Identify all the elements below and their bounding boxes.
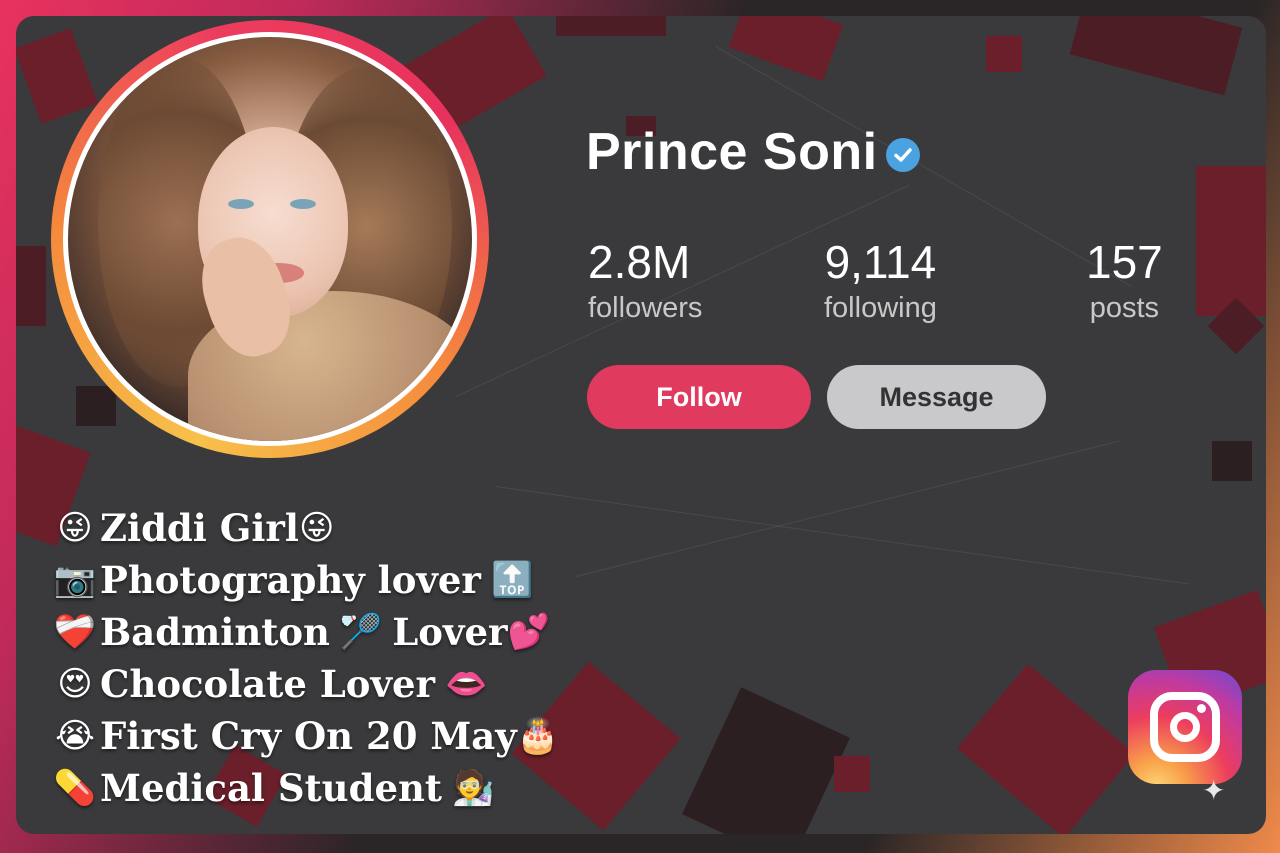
avatar-eye-right [290,199,316,209]
instagram-logo-dot [1197,704,1206,713]
follow-button[interactable]: Follow [587,365,811,429]
decor-square [728,16,844,82]
scientist-emoji-icon: 🧑‍🔬 [451,768,495,808]
decor-square [1196,166,1266,316]
decor-square [834,756,870,792]
decor-square [76,386,116,426]
instagram-logo-lens [1170,712,1200,742]
top-arrow-emoji-icon: 🔝 [490,560,534,600]
stat-followers[interactable]: 2.8M followers [588,234,702,326]
bio-line-text: First Cry On 20 May [100,714,517,758]
crying-face-emoji-icon: 😭 [55,716,95,756]
winking-tongue-emoji-icon: 😜 [57,508,93,548]
profile-card: Prince Soni 2.8M followers 9,114 followi… [16,16,1266,834]
avatar-border [63,32,477,446]
avatar-story-ring[interactable] [51,20,489,458]
bio-line: 😭 First Cry On 20 May 🎂 [50,710,559,762]
decor-square [1069,16,1243,96]
decor-square [957,663,1135,834]
decor-square [556,16,666,36]
stat-following-value: 9,114 [824,236,937,288]
stat-followers-label: followers [588,292,703,324]
avatar[interactable] [68,37,472,441]
decor-square [16,246,46,326]
two-hearts-emoji-icon: 💕 [507,612,550,652]
message-button[interactable]: Message [827,365,1046,429]
decor-square [16,28,98,124]
avatar-eye-left [228,199,254,209]
badminton-emoji-icon: 🏸 [339,612,383,652]
instagram-logo-icon [1128,670,1242,784]
bio-line-text: Chocolate Lover [100,662,436,706]
mending-heart-emoji-icon: ❤️‍🩹 [53,612,97,652]
bio-line: ❤️‍🩹 Badminton 🏸 Lover 💕 [50,606,559,658]
bio-line-text: Photography lover [100,558,481,602]
winking-tongue-emoji-icon: 😜 [298,508,335,548]
lips-emoji-icon: 👄 [445,664,488,704]
stat-posts-value: 157 [1086,236,1163,288]
bio-line-text: Badminton [100,610,330,654]
bio-line: 📷 Photography lover 🔝 [50,554,559,606]
bio-line: 😍 Chocolate Lover 👄 [50,658,559,710]
birthday-cake-emoji-icon: 🎂 [516,716,560,756]
decor-square [1212,441,1252,481]
stat-following-label: following [824,292,937,324]
profile-name: Prince Soni [586,123,878,181]
bio-line-text: Ziddi Girl [100,506,299,550]
bio: 😜 Ziddi Girl 😜 📷 Photography lover 🔝 ❤️‍… [50,502,559,814]
stat-posts-label: posts [1089,292,1160,324]
stat-posts[interactable]: 157 posts [1086,234,1163,326]
instagram-logo-frame [1150,692,1220,762]
sparkle-icon: ✦ [1202,774,1226,807]
pill-emoji-icon: 💊 [53,768,97,808]
stat-followers-value: 2.8M [588,236,691,288]
decor-square [682,687,850,834]
stat-following[interactable]: 9,114 following [824,234,937,326]
profile-header: Prince Soni [586,122,920,182]
bio-line: 😜 Ziddi Girl 😜 [50,502,559,554]
bio-line-text: Lover [392,610,508,654]
decor-square [986,36,1022,72]
verified-check-icon [885,138,920,172]
bio-line-text: Medical Student [100,766,442,810]
bio-line: 💊 Medical Student 🧑‍🔬 [50,762,559,814]
heart-eyes-emoji-icon: 😍 [57,664,93,704]
camera-emoji-icon: 📷 [53,560,97,600]
